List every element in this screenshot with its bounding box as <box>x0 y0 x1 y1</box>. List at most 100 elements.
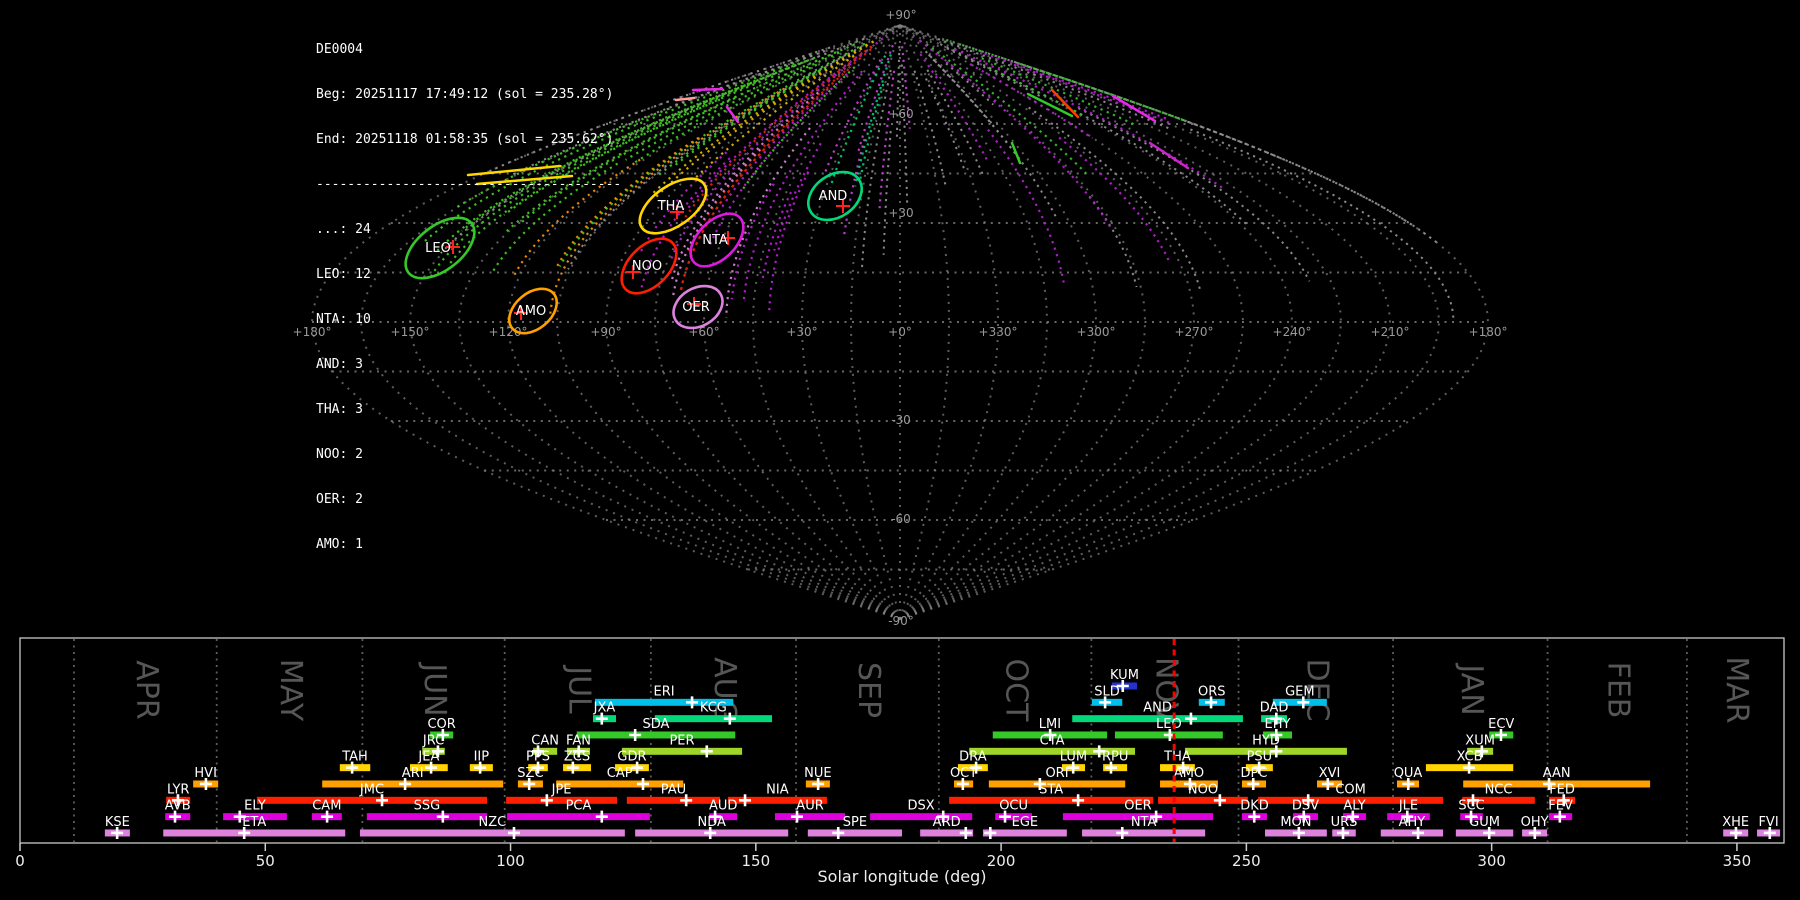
x-tick-label: 50 <box>256 852 275 870</box>
shower-code-label: AVB <box>165 799 191 814</box>
shower-code-label: DKD <box>1240 799 1269 814</box>
radiant-code-label: NTA <box>702 233 728 248</box>
shower-bar <box>1380 829 1444 837</box>
shower-code-label: ELY <box>244 799 266 814</box>
radiant-code-label: THA <box>657 199 685 214</box>
shower-code-label: JXA <box>593 701 616 716</box>
shower-bar <box>506 796 617 804</box>
meteor-track <box>900 64 909 205</box>
radiant-code-label: NOO <box>632 259 662 274</box>
shower-code-label: JLE <box>1398 799 1418 814</box>
shower-code-label: NCC <box>1485 782 1513 797</box>
shower-code-label: OCU <box>999 799 1028 814</box>
shower-code-label: CAM <box>312 799 341 814</box>
shower-code-label: NOO <box>1188 782 1218 797</box>
longitude-label: +210° <box>1371 325 1410 339</box>
shower-peak-marker <box>984 826 997 839</box>
latitude-label: -90° <box>888 614 914 628</box>
meteor-streak <box>691 87 724 92</box>
shower-code-label: ECV <box>1488 717 1514 732</box>
latitude-label: +60 <box>888 107 913 121</box>
month-label: SEP <box>851 662 886 718</box>
shower-code-label: SSG <box>414 799 441 814</box>
shower-bar <box>807 829 903 837</box>
shower-code-label: PCA <box>566 799 592 814</box>
count-and: AND: 3 <box>316 357 363 372</box>
station-info: DE0004 Beg: 20251117 17:49:12 (sol = 235… <box>316 12 621 582</box>
end-time: End: 20251118 01:58:35 (sol = 235.62°) <box>316 132 614 147</box>
shower-code-label: XHE <box>1722 815 1749 830</box>
shower-bar <box>654 715 773 723</box>
meteor-track <box>1077 107 1311 282</box>
meteor-track <box>913 70 947 187</box>
meteor-track <box>924 50 995 127</box>
shower-code-label: NIA <box>766 782 789 797</box>
shower-bar <box>576 731 736 739</box>
shower-code-label: EHY <box>1265 717 1291 732</box>
shower-code-label: COR <box>427 717 455 732</box>
shower-code-label: AHY <box>1399 815 1426 830</box>
shower-peak-marker <box>595 810 608 823</box>
shower-code-label: STA <box>1039 782 1063 797</box>
x-axis-title: Solar longitude (deg) <box>818 867 987 886</box>
latitude-label: +30 <box>888 206 913 220</box>
shower-code-label: AND <box>1143 701 1172 716</box>
shower-code-label: LEO <box>1156 717 1182 732</box>
shower-code-label: SZC <box>517 766 543 781</box>
shower-bar <box>774 813 846 821</box>
shower-code-label: SDA <box>643 717 670 732</box>
longitude-label: +180° <box>1469 325 1508 339</box>
meteor-track <box>1058 136 1171 262</box>
shower-code-label: NUE <box>804 766 831 781</box>
shower-code-label: DSV <box>1292 799 1319 814</box>
shower-peak-marker <box>686 696 699 709</box>
shower-code-label: HVI <box>194 766 217 781</box>
month-label: JUN <box>417 661 452 716</box>
shower-code-label: FAN <box>566 733 591 748</box>
shower-bar <box>1082 829 1206 837</box>
shower-peak-marker <box>507 826 520 839</box>
shower-code-label: DRA <box>959 750 987 765</box>
shower-bar <box>163 829 346 837</box>
x-tick-label: 300 <box>1477 852 1506 870</box>
meteor-track <box>1190 128 1455 320</box>
meteor-track <box>945 62 994 106</box>
shower-code-label: RPU <box>1102 750 1128 765</box>
shower-code-label: NZC <box>479 815 507 830</box>
shower-peak-marker <box>700 745 713 758</box>
shower-code-label: FEV <box>1548 799 1573 814</box>
shower-code-label: OHY <box>1521 815 1549 830</box>
shower-bar <box>322 780 504 788</box>
shower-code-label: QUA <box>1394 766 1423 781</box>
shower-code-label: PER <box>669 733 694 748</box>
shower-code-label: URS <box>1331 815 1358 830</box>
shower-bar <box>366 813 488 821</box>
shower-code-label: OCT <box>950 766 977 781</box>
shower-bar <box>256 796 488 804</box>
longitude-label: +30° <box>786 325 817 339</box>
x-tick-label: 200 <box>987 852 1016 870</box>
meteor-track <box>987 128 1066 287</box>
shower-code-label: AUD <box>709 799 737 814</box>
shower-bar <box>1158 796 1248 804</box>
shower-code-label: NDA <box>697 815 726 830</box>
longitude-label: +0° <box>888 325 912 339</box>
shower-code-label: LMI <box>1039 717 1061 732</box>
longitude-label: +330° <box>979 325 1018 339</box>
shower-peak-marker <box>1072 794 1085 807</box>
shower-peak-marker <box>1116 826 1129 839</box>
x-tick-label: 100 <box>496 852 525 870</box>
latitude-label: -30 <box>891 413 911 427</box>
shower-code-label: EGE <box>1012 815 1039 830</box>
shower-code-label: MON <box>1280 815 1311 830</box>
shower-code-label: ORS <box>1198 684 1226 699</box>
shower-code-label: ZCS <box>564 750 590 765</box>
count-nta: NTA: 10 <box>316 312 371 327</box>
shower-code-label: THA <box>1163 750 1191 765</box>
shower-bar <box>949 796 1154 804</box>
count-tha: THA: 3 <box>316 402 363 417</box>
month-label: JUL <box>561 664 596 714</box>
meteor-track <box>1019 62 1189 123</box>
meteor-track <box>858 83 885 184</box>
shower-bar <box>359 829 625 837</box>
